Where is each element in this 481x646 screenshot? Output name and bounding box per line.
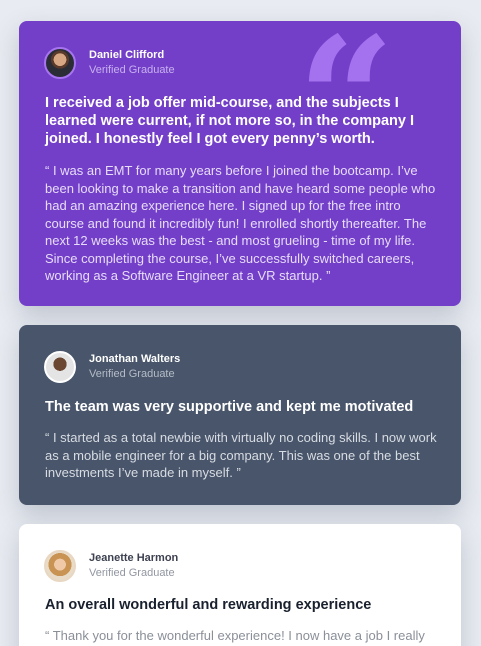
author: Jonathan Walters Verified Graduate (44, 351, 180, 383)
testimonial-headline: The team was very supportive and kept me… (45, 399, 414, 415)
author-name: Daniel Clifford (89, 49, 165, 61)
author: Daniel Clifford Verified Graduate (44, 47, 175, 79)
author-name: Jonathan Walters (89, 353, 181, 365)
testimonial-card-jeanette: Jeanette Harmon Verified Graduate An ove… (19, 524, 461, 646)
testimonial-headline: An overall wonderful and rewarding exper… (45, 597, 372, 613)
author-name: Jeanette Harmon (89, 552, 179, 564)
author-status: Verified Graduate (89, 368, 175, 380)
avatar (44, 550, 76, 582)
testimonial-quote: “ Thank you for the wonderful experience… (45, 628, 425, 643)
avatar (44, 47, 76, 79)
avatar (44, 351, 76, 383)
testimonial-card-daniel: “ Daniel Clifford Verified Graduate I re… (19, 21, 461, 306)
author-status: Verified Graduate (89, 567, 175, 579)
testimonial-quote: “ I was an EMT for many years before I j… (45, 163, 436, 283)
testimonial-headline: I received a job offer mid-course, and t… (45, 95, 415, 147)
testimonial-card-jonathan: Jonathan Walters Verified Graduate The t… (19, 325, 461, 505)
author: Jeanette Harmon Verified Graduate (44, 550, 178, 582)
author-status: Verified Graduate (89, 64, 175, 76)
testimonial-quote: “ I started as a total newbie with virtu… (45, 430, 437, 480)
